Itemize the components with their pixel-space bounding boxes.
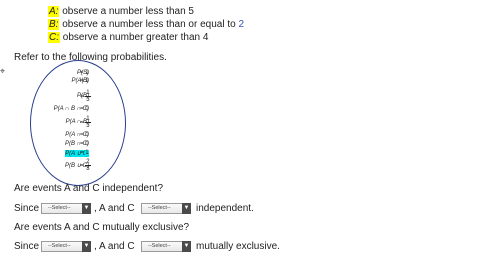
event-a-label: A:: [48, 6, 60, 17]
event-b: B: observe a number less than or equal t…: [48, 19, 244, 31]
chevron-down-icon: ▼: [82, 241, 91, 252]
event-c-text: observe a number greater than 4: [60, 32, 209, 43]
event-c: C: observe a number greater than 4: [48, 32, 208, 44]
select-mutually-exclusive[interactable]: --Select-- ▼: [141, 241, 191, 252]
since-label: Since: [14, 203, 40, 214]
prob-row: P(B ∩ C) = 0: [65, 141, 89, 147]
chevron-down-icon: ▼: [82, 203, 91, 214]
prob-row: P(S) = 1: [77, 70, 89, 76]
a-and-c-label: , A and C: [94, 241, 135, 252]
select-independent[interactable]: --Select-- ▼: [141, 203, 191, 214]
event-a: A: observe a number less than 5: [48, 6, 194, 18]
prob-row: P(A|B) = 1: [71, 78, 89, 84]
since-label: Since: [14, 241, 40, 252]
prob-row: P(B ∪ C) = 23: [64, 159, 91, 172]
prob-row: P(B) = 13: [77, 90, 91, 103]
event-c-label: C:: [48, 32, 61, 43]
answer-row-independent: Since --Select-- ▼ , A and C --Select-- …: [14, 203, 314, 217]
independent-label: independent.: [196, 203, 254, 214]
chevron-down-icon: ▼: [182, 241, 191, 252]
select-reason-exclusive[interactable]: --Select-- ▼: [41, 241, 91, 252]
answer-row-mutually-exclusive: Since --Select-- ▼ , A and C --Select-- …: [14, 241, 314, 255]
a-and-c-label: , A and C: [94, 203, 135, 214]
prob-row: P(A ∩ B) = 13: [65, 116, 91, 129]
chevron-down-icon: ▼: [182, 203, 191, 214]
event-b-label: B:: [48, 19, 60, 30]
prob-row: P(A ∩ B ∩ C) = 0: [53, 106, 89, 112]
event-b-number: 2: [238, 19, 245, 30]
prob-row: P(A ∩ C) = 0: [65, 132, 89, 138]
question-independent: Are events A and C independent?: [14, 183, 164, 194]
event-a-text: observe a number less than 5: [59, 6, 194, 17]
prob-row-highlighted: P(A ∪ C) = 1: [65, 150, 89, 157]
event-b-text: observe a number less than or equal to: [59, 19, 239, 30]
question-mutually-exclusive: Are events A and C mutually exclusive?: [14, 222, 190, 233]
select-reason-independent[interactable]: --Select-- ▼: [41, 203, 91, 214]
mutually-exclusive-label: mutually exclusive.: [196, 241, 280, 252]
